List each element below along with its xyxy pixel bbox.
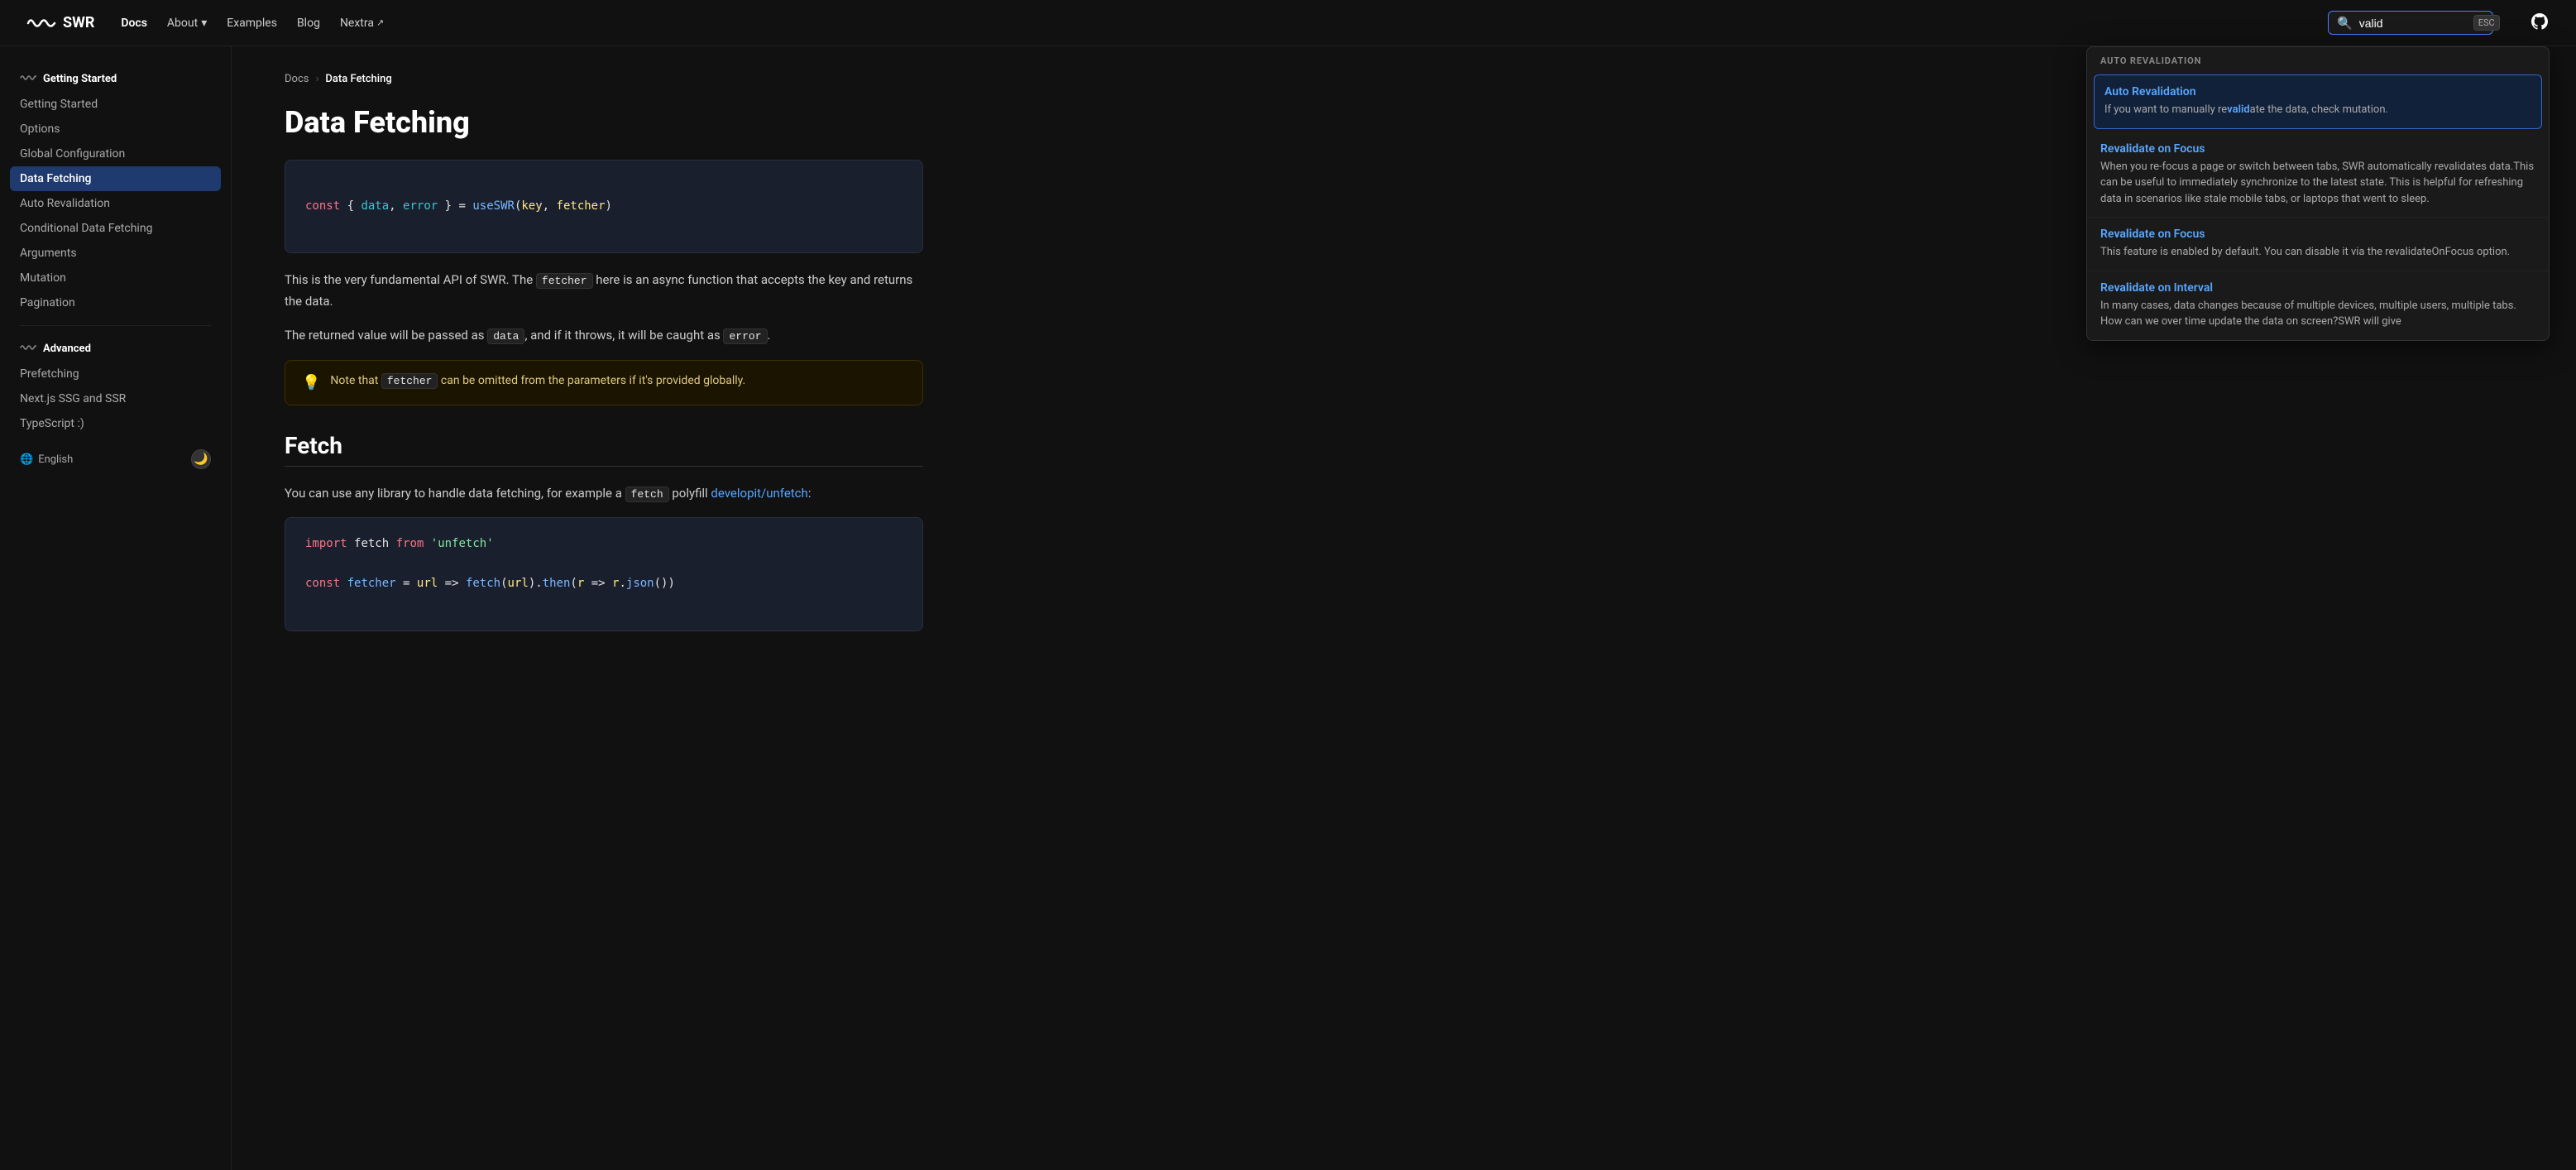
logo[interactable]: SWR xyxy=(26,14,94,31)
fetcher-note-code: fetcher xyxy=(381,373,438,389)
dropdown-result-1-title: Auto Revalidation xyxy=(2104,85,2531,98)
search-icon: 🔍 xyxy=(2337,16,2353,31)
sidebar-item-mutation[interactable]: Mutation xyxy=(0,266,231,290)
sidebar-section-advanced: Advanced xyxy=(0,336,231,362)
dropdown-result-1[interactable]: Auto Revalidation If you want to manuall… xyxy=(2094,74,2542,129)
dropdown-result-2-desc: When you re-focus a page or switch betwe… xyxy=(2100,159,2535,208)
moon-icon: 🌙 xyxy=(194,453,208,466)
search-box[interactable]: 🔍 ESC xyxy=(2328,11,2493,35)
sidebar-section-label-gs: Getting Started xyxy=(43,73,117,85)
fetch-inline-code: fetch xyxy=(625,487,669,502)
nav-link-docs[interactable]: Docs xyxy=(121,17,147,30)
note-text: Note that fetcher can be omitted from th… xyxy=(330,374,745,387)
nav-link-blog[interactable]: Blog xyxy=(297,17,320,30)
sidebar: Getting Started Getting Started Options … xyxy=(0,46,232,1170)
sidebar-item-typescript[interactable]: TypeScript :) xyxy=(0,411,231,436)
dropdown-result-4[interactable]: Revalidate on Interval In many cases, da… xyxy=(2087,271,2549,340)
intro-prose-2: The returned value will be passed as dat… xyxy=(285,325,923,347)
sidebar-item-getting-started[interactable]: Getting Started xyxy=(0,92,231,117)
nav-links: Docs About ▾ Examples Blog Nextra ↗ xyxy=(121,17,2301,30)
dropdown-section-label: AUTO REVALIDATION xyxy=(2087,47,2549,71)
sidebar-section-label-adv: Advanced xyxy=(43,343,91,355)
topnav: SWR Docs About ▾ Examples Blog Nextra ↗ … xyxy=(0,0,2576,46)
external-link-icon: ↗ xyxy=(376,17,384,28)
wave-icon-1 xyxy=(20,73,36,85)
esc-badge: ESC xyxy=(2473,15,2500,31)
note-box: 💡 Note that fetcher can be omitted from … xyxy=(285,360,923,405)
dropdown-result-4-desc: In many cases, data changes because of m… xyxy=(2100,298,2535,330)
sidebar-item-nextjs-ssg[interactable]: Next.js SSG and SSR xyxy=(0,386,231,411)
dropdown-result-3-desc: This feature is enabled by default. You … xyxy=(2100,244,2535,261)
dark-mode-toggle[interactable]: 🌙 xyxy=(191,449,211,469)
unfetch-link[interactable]: developit/unfetch xyxy=(711,486,807,501)
sidebar-item-options[interactable]: Options xyxy=(0,117,231,141)
sidebar-item-arguments[interactable]: Arguments xyxy=(0,241,231,266)
dropdown-result-3-title: Revalidate on Focus xyxy=(2100,228,2535,241)
sidebar-divider xyxy=(20,325,211,326)
dropdown-result-1-desc: If you want to manually revalidate the d… xyxy=(2104,102,2531,118)
main-content: Docs › Data Fetching Data Fetching const… xyxy=(232,46,976,1170)
fetcher-inline-code: fetcher xyxy=(536,273,593,289)
nav-link-nextra[interactable]: Nextra ↗ xyxy=(340,17,384,30)
section-fetch-title: Fetch xyxy=(285,432,923,459)
sidebar-item-conditional-data-fetching[interactable]: Conditional Data Fetching xyxy=(0,216,231,241)
dropdown-result-3[interactable]: Revalidate on Focus This feature is enab… xyxy=(2087,218,2549,271)
wave-icon-2 xyxy=(20,343,36,355)
section-divider xyxy=(285,466,923,467)
sidebar-item-pagination[interactable]: Pagination xyxy=(0,290,231,315)
logo-text: SWR xyxy=(63,14,94,31)
sidebar-item-prefetching[interactable]: Prefetching xyxy=(0,362,231,386)
dropdown-result-2-title: Revalidate on Focus xyxy=(2100,142,2535,156)
error-inline-code: error xyxy=(723,328,767,344)
chevron-down-icon: ▾ xyxy=(201,17,207,30)
intro-prose-1: This is the very fundamental API of SWR.… xyxy=(285,270,923,312)
nav-link-about[interactable]: About ▾ xyxy=(167,17,207,30)
globe-icon: 🌐 xyxy=(20,453,33,466)
dropdown-result-4-title: Revalidate on Interval xyxy=(2100,281,2535,295)
code-block-1: const { data, error } = useSWR(key, fetc… xyxy=(285,160,923,253)
code-block-2: import fetch from 'unfetch' const fetche… xyxy=(285,517,923,631)
sidebar-item-data-fetching[interactable]: Data Fetching xyxy=(10,166,221,191)
data-inline-code: data xyxy=(487,328,524,344)
sidebar-section-getting-started: Getting Started xyxy=(0,66,231,92)
logo-icon xyxy=(26,16,56,31)
page-title: Data Fetching xyxy=(285,105,923,140)
search-input[interactable] xyxy=(2359,17,2467,30)
github-icon[interactable] xyxy=(2530,12,2550,35)
lightbulb-icon: 💡 xyxy=(302,374,320,391)
breadcrumb: Docs › Data Fetching xyxy=(285,73,923,85)
breadcrumb-separator: › xyxy=(315,73,318,85)
breadcrumb-current: Data Fetching xyxy=(325,73,391,85)
nav-link-examples[interactable]: Examples xyxy=(227,17,277,30)
sidebar-item-auto-revalidation[interactable]: Auto Revalidation xyxy=(0,191,231,216)
sidebar-item-global-config[interactable]: Global Configuration xyxy=(0,141,231,166)
search-dropdown: AUTO REVALIDATION Auto Revalidation If y… xyxy=(2086,46,2550,341)
sidebar-footer: 🌐 English 🌙 xyxy=(0,436,231,482)
fetch-prose: You can use any library to handle data f… xyxy=(285,483,923,505)
dropdown-result-2[interactable]: Revalidate on Focus When you re-focus a … xyxy=(2087,132,2549,218)
sidebar-language[interactable]: 🌐 English xyxy=(20,453,73,466)
breadcrumb-parent[interactable]: Docs xyxy=(285,73,309,85)
